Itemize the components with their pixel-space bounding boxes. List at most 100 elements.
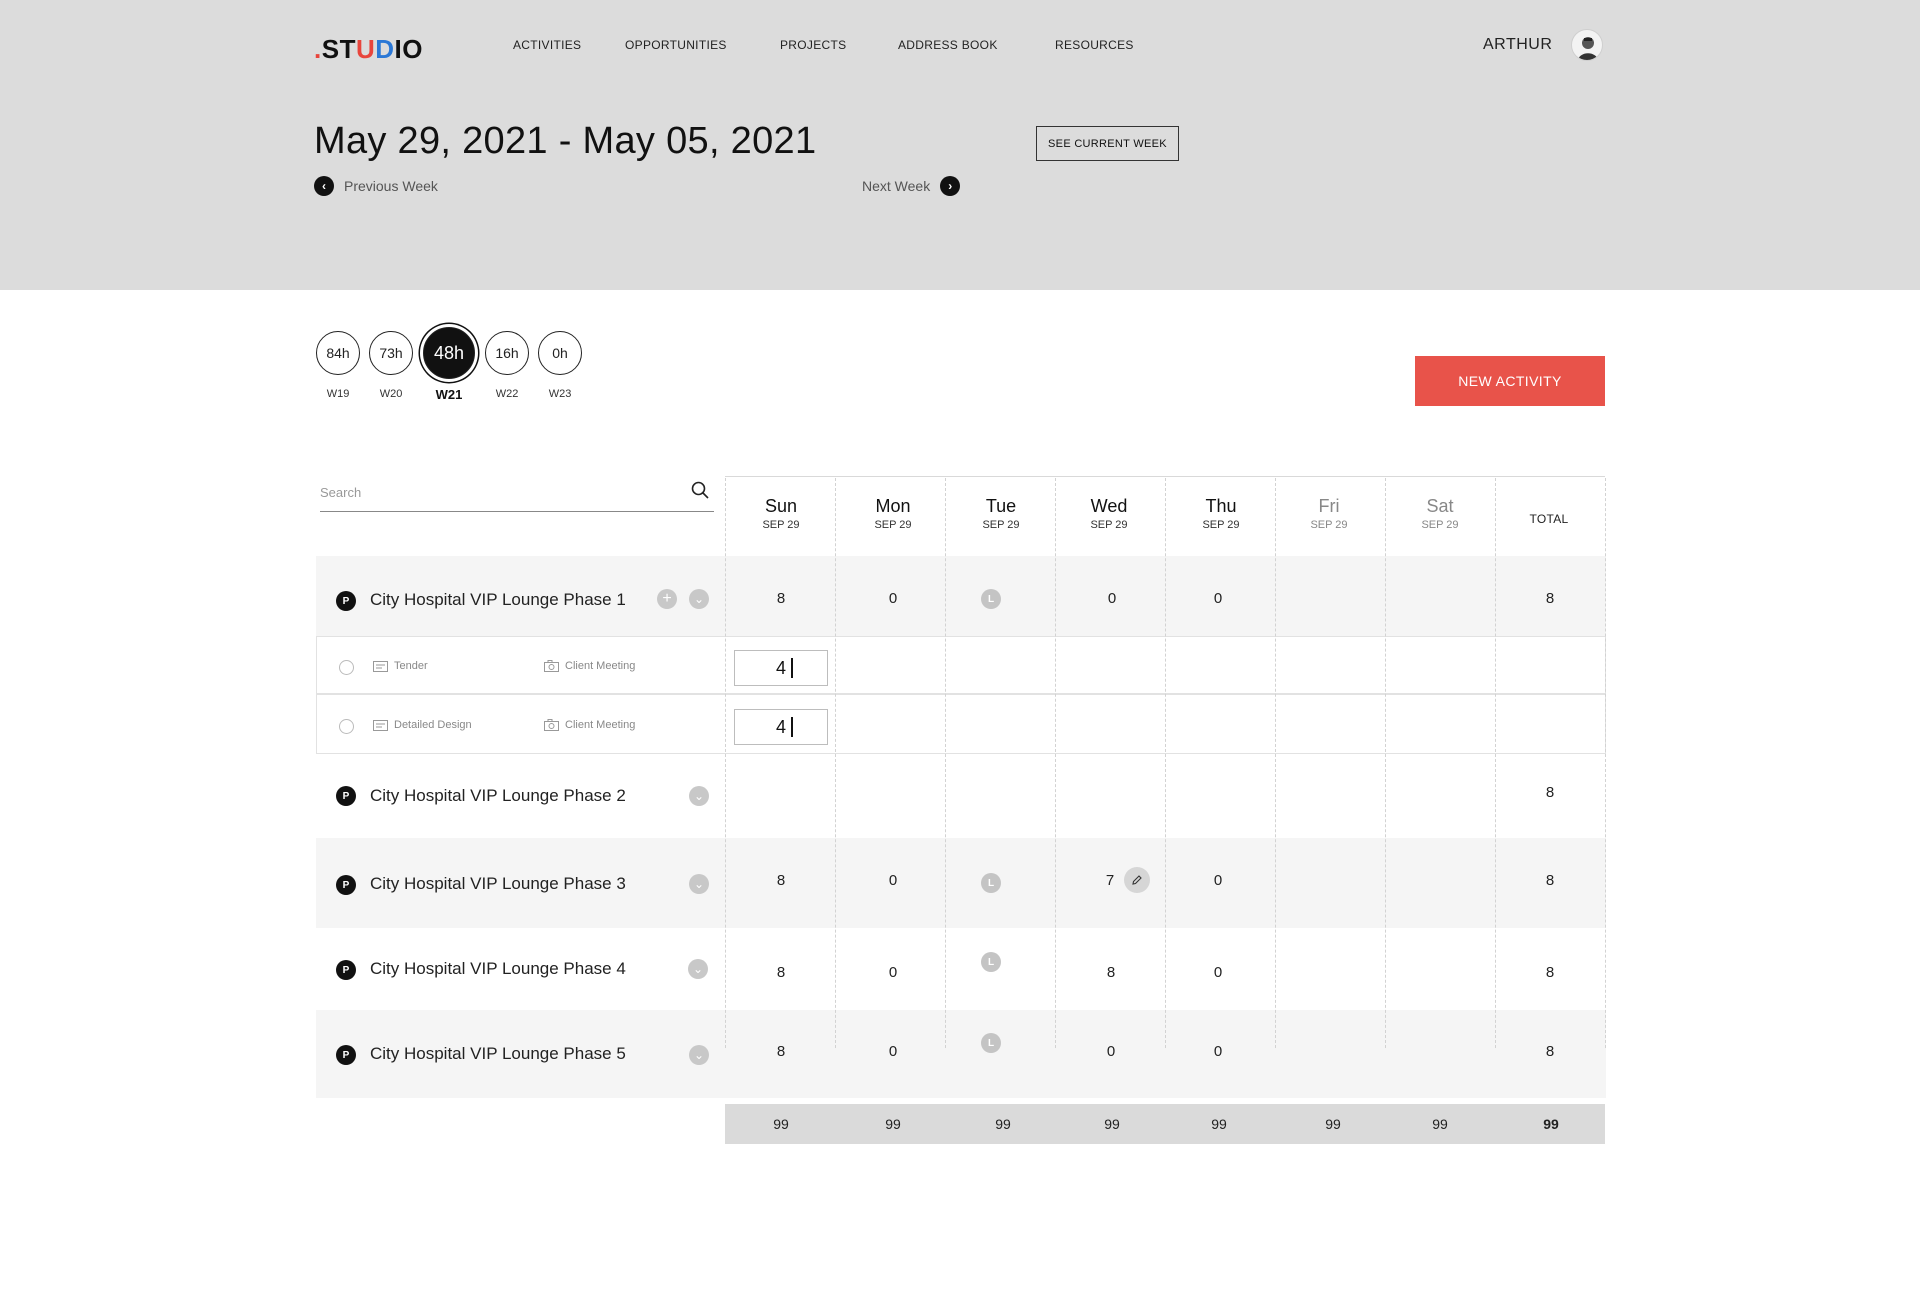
nav-address-book[interactable]: ADDRESS BOOK	[898, 38, 998, 52]
search-input[interactable]	[320, 480, 670, 504]
day-name: Tue	[985, 496, 1017, 516]
next-week-label: Next Week	[862, 178, 931, 194]
grid-line	[1055, 478, 1056, 1048]
total-mon: 99	[885, 1116, 901, 1132]
hours-cell[interactable]: 0	[1057, 590, 1167, 607]
column-header-wed: Wed SEP 29	[1054, 496, 1164, 531]
row-total: 8	[1545, 1043, 1555, 1060]
row-total: 8	[1545, 964, 1555, 981]
sub-activity-row-2	[316, 694, 1606, 754]
hours-cell[interactable]: 8	[1056, 964, 1166, 981]
chevron-right-icon: ›	[940, 176, 961, 196]
week-label-w19: W19	[326, 388, 350, 400]
day-name: Fri	[1318, 496, 1340, 516]
hours-cell[interactable]: 0	[1163, 872, 1273, 889]
camera-icon	[544, 660, 559, 672]
next-week-link[interactable]: Next Week ›	[862, 176, 961, 196]
project-name[interactable]: City Hospital VIP Lounge Phase 5	[370, 1044, 626, 1064]
hours-cell[interactable]: 8	[726, 964, 836, 981]
hours-cell[interactable]: 8	[726, 872, 836, 889]
chevron-down-icon[interactable]: ⌄	[688, 959, 708, 979]
total-fri: 99	[1325, 1116, 1341, 1132]
pencil-glyph	[1132, 875, 1142, 885]
project-badge: P	[336, 1045, 356, 1065]
week-label-w22: W22	[495, 388, 519, 400]
grid-line	[1495, 478, 1496, 1048]
grid-line	[945, 478, 946, 1048]
column-header-sun: Sun SEP 29	[726, 496, 836, 531]
project-name[interactable]: City Hospital VIP Lounge Phase 3	[370, 874, 626, 894]
date-range-title: May 29, 2021 - May 05, 2021	[314, 120, 817, 162]
hours-cell[interactable]: 0	[1163, 964, 1273, 981]
grid-line	[1605, 478, 1606, 1048]
column-header-thu: Thu SEP 29	[1166, 496, 1276, 531]
plus-icon[interactable]: +	[657, 589, 677, 609]
hours-cell[interactable]: 0	[838, 872, 948, 889]
hours-cell[interactable]: 0	[1056, 1043, 1166, 1060]
search-icon[interactable]	[690, 480, 710, 500]
hours-cell[interactable]: 8	[726, 590, 836, 607]
grid-line	[835, 478, 836, 1048]
leave-icon: L	[981, 952, 1001, 972]
week-bubble-w19[interactable]: 84h	[316, 331, 360, 375]
sub-activity: Client Meeting	[544, 660, 635, 672]
grid-line	[1385, 478, 1386, 1048]
see-current-week-button[interactable]: SEE CURRENT WEEK	[1036, 126, 1179, 161]
project-name[interactable]: City Hospital VIP Lounge Phase 2	[370, 786, 626, 806]
chevron-down-icon[interactable]: ⌄	[689, 589, 709, 609]
studio-logo[interactable]: .STUDIO	[314, 34, 423, 65]
week-bubble-w23[interactable]: 0h	[538, 331, 582, 375]
nav-resources[interactable]: RESOURCES	[1055, 38, 1134, 52]
text-cursor	[791, 717, 793, 737]
nav-activities[interactable]: ACTIVITIES	[513, 38, 581, 52]
total-thu: 99	[1211, 1116, 1227, 1132]
week-bubble-w21[interactable]: 48h	[423, 327, 475, 379]
row-total: 8	[1545, 784, 1555, 801]
hours-input[interactable]	[734, 650, 828, 686]
hours-cell[interactable]: 0	[838, 1043, 948, 1060]
user-name[interactable]: ARTHUR	[1483, 36, 1552, 54]
pencil-icon[interactable]	[1124, 867, 1150, 893]
avatar[interactable]	[1571, 29, 1603, 61]
day-date: SEP 29	[874, 519, 912, 531]
project-name[interactable]: City Hospital VIP Lounge Phase 1	[370, 590, 626, 610]
week-label-w21: W21	[435, 387, 463, 402]
chevron-down-icon[interactable]: ⌄	[689, 874, 709, 894]
chevron-down-icon[interactable]: ⌄	[689, 786, 709, 806]
day-date: SEP 29	[1421, 519, 1459, 531]
total-wed: 99	[1104, 1116, 1120, 1132]
project-badge: P	[336, 875, 356, 895]
week-bubble-w22[interactable]: 16h	[485, 331, 529, 375]
day-name: Wed	[1090, 496, 1128, 516]
project-name[interactable]: City Hospital VIP Lounge Phase 4	[370, 959, 626, 979]
sub-activity-label: Client Meeting	[565, 719, 636, 731]
total-tue: 99	[995, 1116, 1011, 1132]
hours-cell[interactable]: 0	[1163, 1043, 1273, 1060]
new-activity-button[interactable]: NEW ACTIVITY	[1415, 356, 1605, 406]
header-bar: .STUDIO ACTIVITIES OPPORTUNITIES PROJECT…	[0, 0, 1920, 290]
week-bubble-w20[interactable]: 73h	[369, 331, 413, 375]
nav-projects[interactable]: PROJECTS	[780, 38, 846, 52]
hours-cell[interactable]: 0	[838, 964, 948, 981]
hours-cell[interactable]: 0	[1163, 590, 1273, 607]
sub-phase-label: Detailed Design	[394, 719, 472, 731]
nav-opportunities[interactable]: OPPORTUNITIES	[625, 38, 727, 52]
day-name: Mon	[875, 496, 911, 516]
leave-icon: L	[981, 589, 1001, 609]
hours-input[interactable]	[734, 709, 828, 745]
day-date: SEP 29	[982, 519, 1020, 531]
grid-line	[1275, 478, 1276, 1048]
hours-cell[interactable]: 0	[838, 590, 948, 607]
check-circle-icon[interactable]	[339, 719, 354, 734]
sub-activity-label: Client Meeting	[565, 660, 636, 672]
chevron-down-icon[interactable]: ⌄	[689, 1045, 709, 1065]
check-circle-icon[interactable]	[339, 660, 354, 675]
column-header-tue: Tue SEP 29	[946, 496, 1056, 531]
column-header-mon: Mon SEP 29	[838, 496, 948, 531]
hours-cell[interactable]: 8	[726, 1043, 836, 1060]
totals-row: 99 99 99 99 99 99 99 99	[725, 1104, 1605, 1144]
day-name: Sun	[764, 496, 798, 516]
previous-week-link[interactable]: ‹ Previous Week	[314, 176, 438, 196]
sub-activity-row-1	[316, 636, 1606, 694]
text-cursor	[791, 658, 793, 678]
